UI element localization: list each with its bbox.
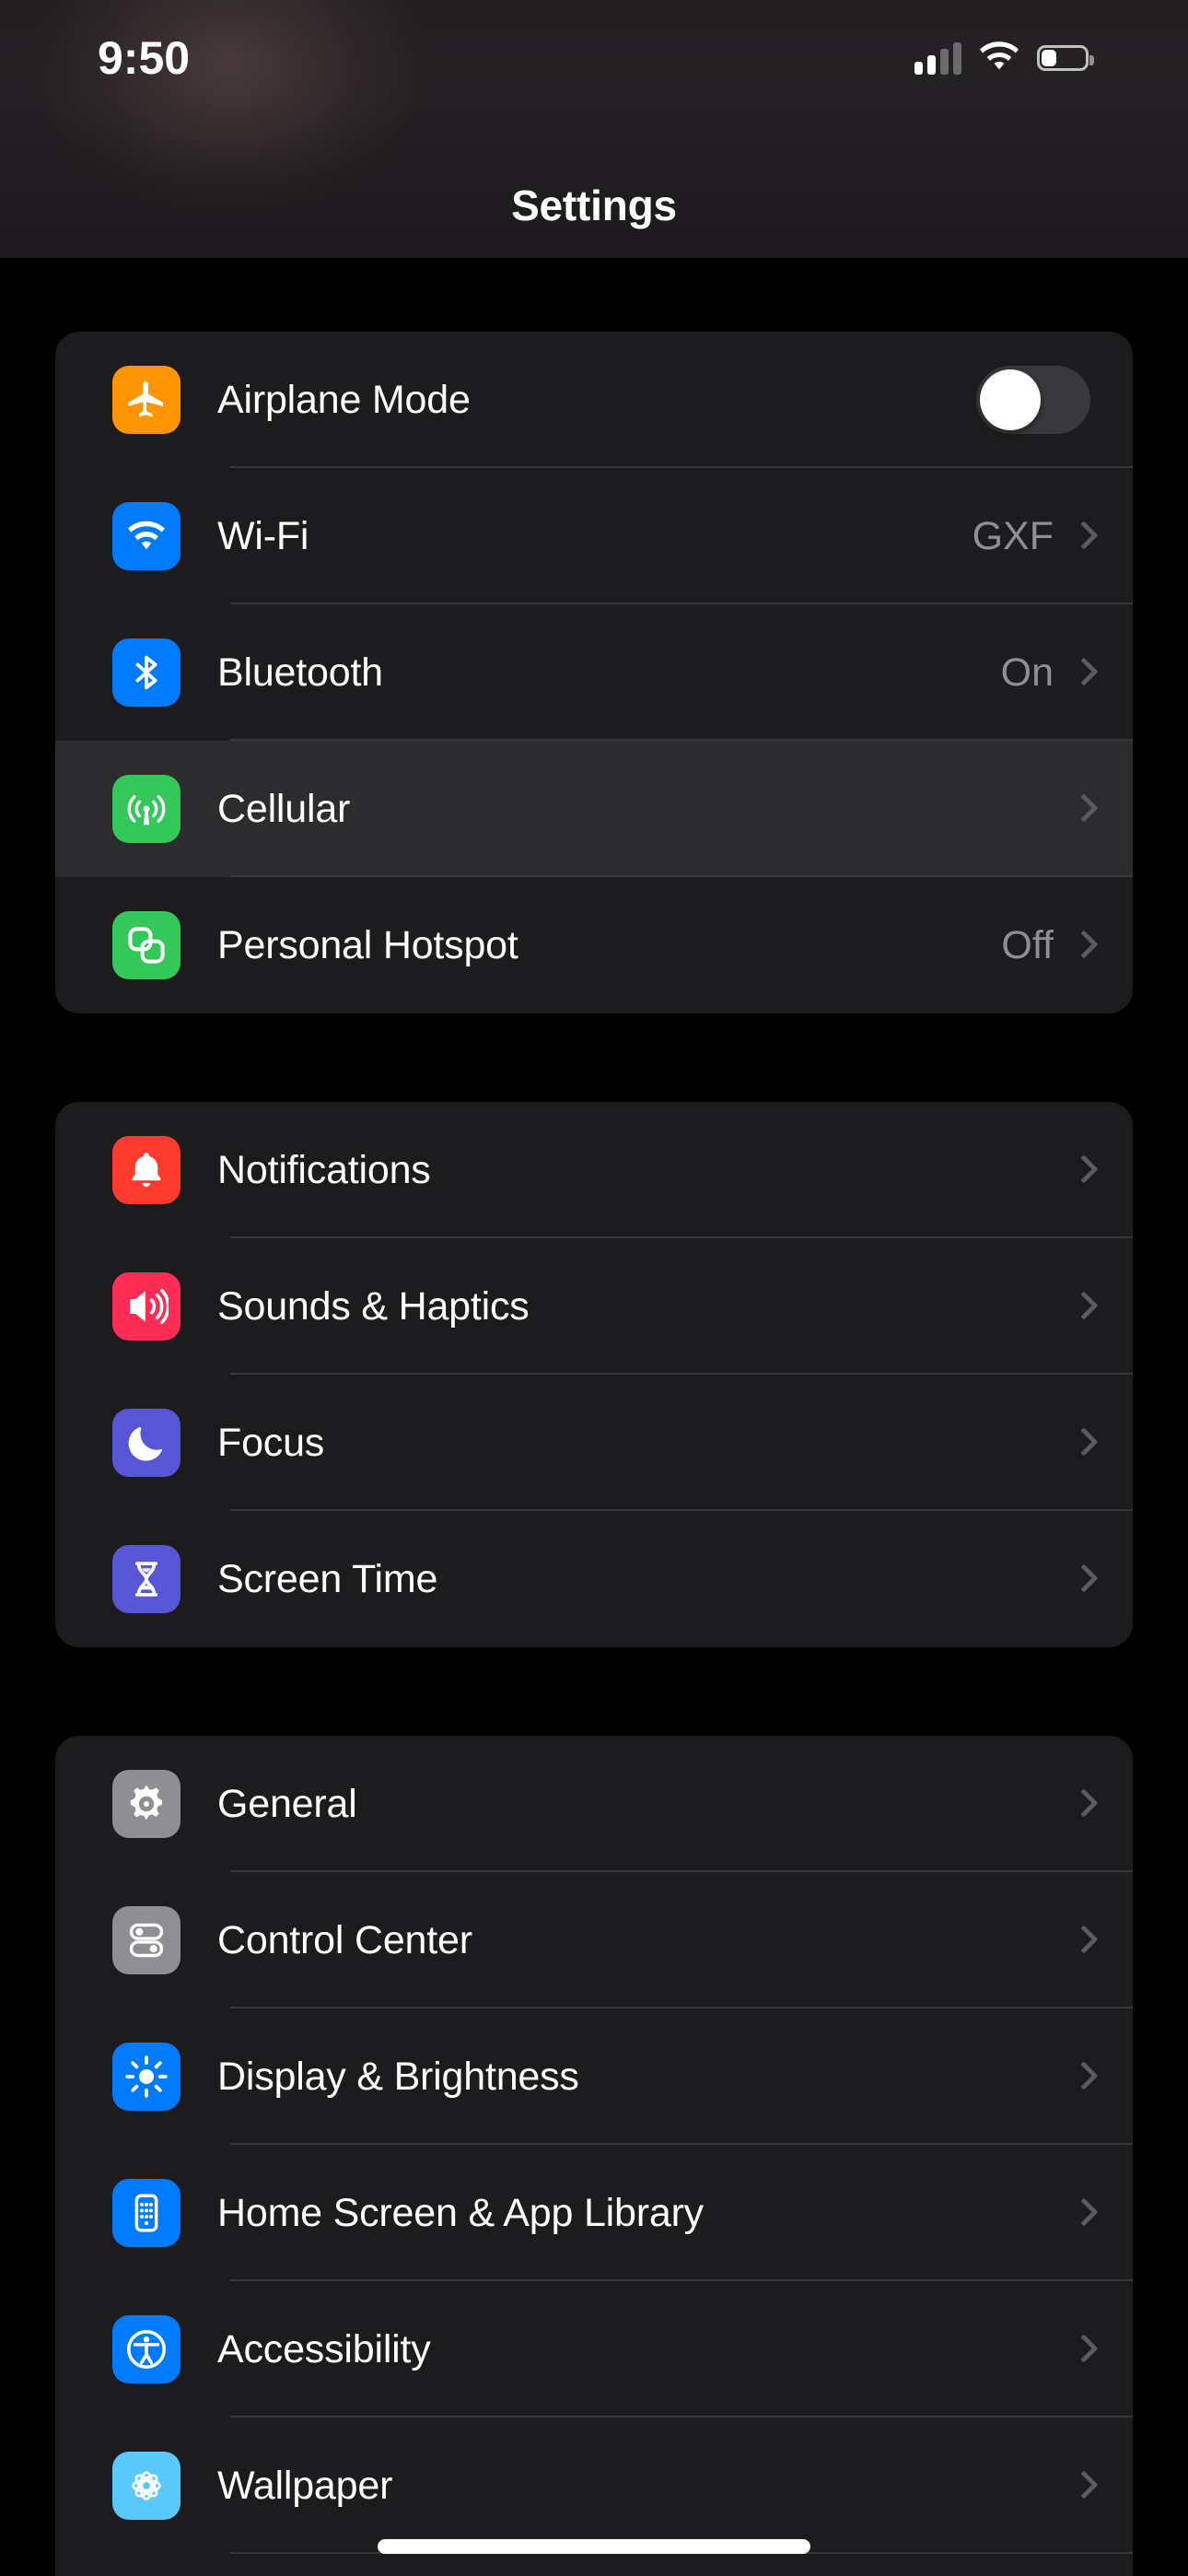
chevron-right-icon [1072, 2197, 1090, 2229]
settings-row-sounds-haptics[interactable]: Sounds & Haptics [55, 1238, 1133, 1375]
wallpaper-flower-icon [112, 2452, 181, 2520]
wifi-icon [112, 502, 181, 570]
chevron-right-icon [1072, 1788, 1090, 1820]
settings-row-label: General [217, 1781, 357, 1826]
settings-row-label: Personal Hotspot [217, 922, 518, 967]
cellular-antenna-icon [112, 775, 181, 843]
settings-row-value: Off [1001, 922, 1054, 967]
navigation-header: 9:50 Settings [0, 0, 1188, 258]
chevron-right-icon [1072, 657, 1090, 688]
wifi-icon [980, 41, 1019, 76]
settings-row-wi-fi[interactable]: Wi-Fi GXF [55, 468, 1133, 604]
hotspot-link-icon [112, 911, 181, 979]
cellular-signal-icon [914, 41, 961, 75]
bluetooth-icon [112, 638, 181, 707]
chevron-right-icon [1072, 1427, 1090, 1458]
settings-row-airplane-mode[interactable]: Airplane Mode [55, 332, 1133, 468]
settings-row-label: Sounds & Haptics [217, 1283, 530, 1329]
hourglass-icon [112, 1545, 181, 1613]
settings-row-bluetooth[interactable]: Bluetooth On [55, 604, 1133, 741]
battery-icon [1037, 45, 1094, 71]
chevron-right-icon [1072, 2334, 1090, 2365]
settings-row-label: Focus [217, 1420, 325, 1465]
chevron-right-icon [1072, 2061, 1090, 2092]
chevron-right-icon [1072, 521, 1090, 552]
settings-row-cellular[interactable]: Cellular [55, 741, 1133, 877]
status-bar-icons [914, 27, 1094, 76]
chevron-right-icon [1072, 2470, 1090, 2501]
gear-icon [112, 1770, 181, 1838]
page-title: Settings [511, 181, 677, 229]
settings-row-value: On [1000, 650, 1054, 695]
brightness-sun-icon [112, 2043, 181, 2111]
settings-row-label: Accessibility [217, 2326, 431, 2371]
status-bar: 9:50 [0, 0, 1188, 101]
settings-row-focus[interactable]: Focus [55, 1375, 1133, 1511]
settings-row-notifications[interactable]: Notifications [55, 1102, 1133, 1238]
airplane-icon [112, 366, 181, 434]
chevron-right-icon [1072, 1154, 1090, 1186]
settings-row-personal-hotspot[interactable]: Personal Hotspot Off [55, 877, 1133, 1013]
chevron-right-icon [1072, 930, 1090, 961]
settings-row-control-center[interactable]: Control Center [55, 1872, 1133, 2008]
settings-screen: 9:50 Settings Airplane Mode Wi-Fi GXF Bl… [0, 0, 1188, 2576]
chevron-right-icon [1072, 1291, 1090, 1322]
settings-group-connectivity: Airplane Mode Wi-Fi GXF Bluetooth On Cellular… [55, 332, 1133, 1013]
settings-row-label: Bluetooth [217, 650, 383, 695]
home-screen-grid-icon [112, 2179, 181, 2247]
settings-row-label: Display & Brightness [217, 2054, 579, 2099]
settings-row-screen-time[interactable]: Screen Time [55, 1511, 1133, 1647]
settings-list[interactable]: Airplane Mode Wi-Fi GXF Bluetooth On Cellular… [0, 258, 1188, 2576]
settings-row-accessibility[interactable]: Accessibility [55, 2281, 1133, 2418]
bell-icon [112, 1136, 181, 1204]
settings-row-label: Cellular [217, 786, 351, 831]
chevron-right-icon [1072, 1925, 1090, 1956]
status-bar-clock: 9:50 [98, 32, 191, 84]
control-toggles-icon [112, 1906, 181, 1974]
toggle-airplane-mode[interactable] [976, 366, 1090, 434]
home-indicator[interactable] [378, 2539, 810, 2554]
settings-row-standby[interactable]: StandBy [55, 2554, 1133, 2576]
settings-row-label: Airplane Mode [217, 377, 471, 422]
settings-row-label: Screen Time [217, 1556, 438, 1601]
settings-row-label: Wallpaper [217, 2463, 393, 2508]
settings-group-system: General Control Center Display & Brightnes… [55, 1736, 1133, 2576]
chevron-right-icon [1072, 1563, 1090, 1595]
settings-row-value: GXF [972, 513, 1054, 558]
settings-group-alerts: Notifications Sounds & Haptics Focus Screen… [55, 1102, 1133, 1647]
settings-row-display-brightness[interactable]: Display & Brightness [55, 2008, 1133, 2145]
accessibility-icon [112, 2315, 181, 2383]
toggle-knob [980, 369, 1041, 430]
settings-row-label: Control Center [217, 1917, 472, 1962]
moon-icon [112, 1409, 181, 1477]
chevron-right-icon [1072, 793, 1090, 825]
settings-row-wallpaper[interactable]: Wallpaper [55, 2418, 1133, 2554]
settings-row-home-screen-app-library[interactable]: Home Screen & App Library [55, 2145, 1133, 2281]
settings-row-label: Notifications [217, 1147, 431, 1192]
settings-row-label: Wi-Fi [217, 513, 309, 558]
settings-row-label: Home Screen & App Library [217, 2190, 704, 2235]
speaker-waves-icon [112, 1272, 181, 1341]
settings-row-general[interactable]: General [55, 1736, 1133, 1872]
